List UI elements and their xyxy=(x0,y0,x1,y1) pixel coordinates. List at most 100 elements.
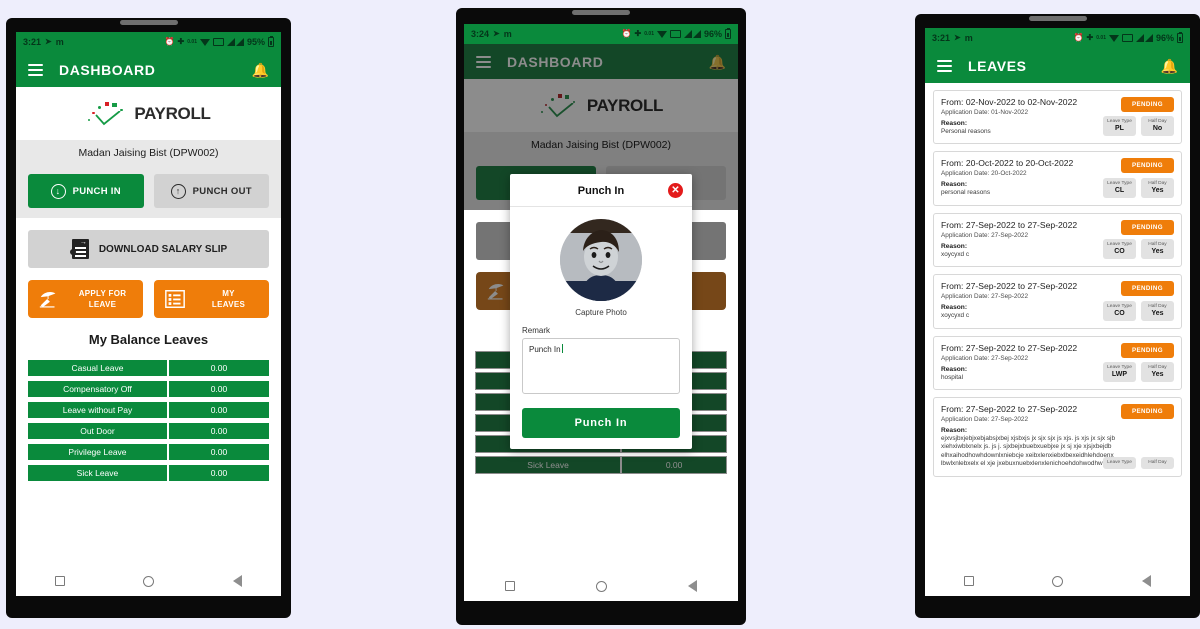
triangle-back-icon[interactable] xyxy=(232,575,242,587)
hamburger-menu-icon[interactable] xyxy=(937,59,952,72)
punch-in-button[interactable]: ↓ PUNCH IN xyxy=(28,174,144,208)
square-recents-icon[interactable] xyxy=(55,576,66,586)
sim-card-icon xyxy=(1121,34,1133,42)
leave-type-label: Leave Type xyxy=(1107,459,1132,465)
half-day-label: Half Day xyxy=(1148,303,1167,309)
square-recents-icon[interactable] xyxy=(504,581,515,591)
apply-for-leave-button[interactable]: APPLY FOR LEAVE xyxy=(28,280,143,318)
status-badge[interactable]: PENDING xyxy=(1121,97,1174,112)
sim-card-icon xyxy=(212,38,224,46)
leave-card[interactable]: From: 02-Nov-2022 to 02-Nov-2022 Applicat… xyxy=(933,90,1182,145)
capture-photo-avatar[interactable] xyxy=(560,219,642,301)
leave-type-chip: Leave Type CO xyxy=(1103,239,1136,260)
status-badge[interactable]: PENDING xyxy=(1121,342,1174,358)
bell-icon[interactable]: 🔔 xyxy=(1161,59,1178,73)
leave-balance-cell: 0.00 xyxy=(167,401,270,419)
leave-application-date: Application Date: 27-Sep-2022 xyxy=(941,231,1029,239)
leave-type-value: CL xyxy=(1114,186,1125,194)
alarm-icon: ⏰ xyxy=(1073,33,1084,42)
status-time: 3:21 xyxy=(23,37,42,47)
punch-out-label: PUNCH OUT xyxy=(192,185,252,197)
leaves-content: From: 02-Nov-2022 to 02-Nov-2022 Applicat… xyxy=(925,83,1190,566)
phone-dashboard: 3:21 ➤ m ⏰ ✚ 0.01 95% DASHBOARD 🔔 PAYROL… xyxy=(6,18,291,618)
half-day-label: Half Day xyxy=(1148,365,1167,371)
half-day-chip: Half Day Yes xyxy=(1141,300,1174,321)
leave-type-value: LWP xyxy=(1111,371,1128,379)
leave-type-cell: Privilege Leave xyxy=(27,443,168,461)
leave-card[interactable]: From: 27-Sep-2022 to 27-Sep-2022 Applicat… xyxy=(933,274,1182,329)
text-caret xyxy=(561,344,563,353)
half-day-chip: Half Day Yes xyxy=(1141,177,1174,198)
leave-balance-cell: 0.00 xyxy=(621,456,727,474)
punch-out-button[interactable]: ↑ PUNCH OUT xyxy=(153,174,269,208)
reason-label: Reason: xyxy=(941,427,968,435)
bell-icon[interactable]: 🔔 xyxy=(252,63,269,77)
reason-label: Reason: xyxy=(941,304,968,312)
status-time: 3:21 xyxy=(932,33,951,43)
battery-icon xyxy=(1177,32,1183,43)
circle-home-icon[interactable] xyxy=(1052,575,1064,587)
status-badge[interactable]: PENDING xyxy=(1121,281,1174,297)
table-row: Sick Leave 0.00 xyxy=(27,464,270,482)
data-rate-label: 0.01 xyxy=(644,30,654,37)
circle-home-icon[interactable] xyxy=(595,580,607,592)
leave-type-cell: Sick Leave xyxy=(27,464,168,482)
dialog-header: Punch In ✕ xyxy=(510,174,692,207)
android-nav-bar xyxy=(464,571,738,601)
leave-reason: Personal reasons xyxy=(941,128,991,135)
half-day-value: Yes xyxy=(1151,248,1164,256)
submit-punch-in-button[interactable]: Punch In xyxy=(522,408,680,438)
half-day-label: Half Day xyxy=(1148,119,1167,125)
download-salary-slip-button[interactable]: DOWNLOAD SALARY SLIP xyxy=(28,230,269,268)
submit-label: Punch In xyxy=(574,417,628,429)
triangle-back-icon[interactable] xyxy=(1141,575,1151,587)
phone-punch-in-modal: 3:24 ➤ m ⏰ ✚ 0.01 96% DASHBOARD 🔔 PAYROL… xyxy=(456,8,746,625)
reason-label: Reason: xyxy=(941,365,968,373)
app-bar: DASHBOARD 🔔 xyxy=(464,44,738,79)
leave-type-label: Leave Type xyxy=(1107,180,1132,186)
leave-date-range: From: 27-Sep-2022 to 27-Sep-2022 xyxy=(941,281,1078,292)
leave-card[interactable]: From: 20-Oct-2022 to 20-Oct-2022 Applicat… xyxy=(933,151,1182,206)
phone2-body: DASHBOARD 🔔 PAYROLL Madan Jaising Bist (… xyxy=(464,44,738,571)
bell-icon: 🔔 xyxy=(708,53,726,70)
brand-logo: PAYROLL xyxy=(464,79,738,132)
table-row: Compensatory Off0.00 xyxy=(27,380,270,398)
leave-type-label: Leave Type xyxy=(1107,242,1132,248)
half-day-value: Yes xyxy=(1151,371,1164,379)
android-nav-bar xyxy=(925,566,1190,596)
data-rate-label: 0.01 xyxy=(187,38,197,45)
dashboard-content: PAYROLL Madan Jaising Bist (DPW002) ↓ PU… xyxy=(16,87,281,566)
status-carrier: m xyxy=(503,29,512,39)
leave-type-chip: Leave Type CO xyxy=(1103,300,1136,321)
leave-application-date: Application Date: 27-Sep-2022 xyxy=(941,293,1029,301)
page-title: LEAVES xyxy=(968,57,1027,74)
status-bar: 3:21 ➤ m ⏰ ✚ 0.01 96% xyxy=(925,28,1190,48)
circle-home-icon[interactable] xyxy=(143,575,155,587)
data-rate-label: 0.01 xyxy=(1096,34,1106,41)
leave-card[interactable]: From: 27-Sep-2022 to 27-Sep-2022 Applicat… xyxy=(933,397,1182,477)
page-title: DASHBOARD xyxy=(59,61,156,78)
leave-date-range: From: 27-Sep-2022 to 27-Sep-2022 xyxy=(941,404,1078,415)
leave-application-date: Application Date: 01-Nov-2022 xyxy=(941,109,1029,116)
signal-bars-icon xyxy=(226,38,244,46)
employee-name: Madan Jaising Bist (DPW002) xyxy=(16,140,281,166)
hamburger-menu-icon[interactable] xyxy=(28,63,43,76)
my-leaves-button[interactable]: MY LEAVES xyxy=(154,280,269,318)
battery-icon xyxy=(725,28,731,39)
phone3-screen: 3:21 ➤ m ⏰ ✚ 0.01 96% LEAVES 🔔 From: 02-… xyxy=(925,28,1190,596)
status-badge[interactable]: PENDING xyxy=(1121,219,1174,235)
leave-type-cell: Out Door xyxy=(27,422,168,440)
leave-card[interactable]: From: 27-Sep-2022 to 27-Sep-2022 Applicat… xyxy=(933,212,1182,268)
remark-input[interactable]: Punch In xyxy=(522,338,680,394)
close-icon[interactable]: ✕ xyxy=(668,183,683,198)
remark-label: Remark xyxy=(522,326,551,335)
status-bar: 3:24 ➤ m ⏰ ✚ 0.01 96% xyxy=(464,24,738,44)
leave-application-date: Application Date: 27-Sep-2022 xyxy=(941,354,1029,362)
square-recents-icon[interactable] xyxy=(964,576,975,586)
table-row: Privilege Leave0.00 xyxy=(27,443,270,461)
status-badge[interactable]: PENDING xyxy=(1121,404,1174,420)
triangle-back-icon[interactable] xyxy=(688,580,698,592)
leave-type-value: CO xyxy=(1114,309,1125,317)
status-badge[interactable]: PENDING xyxy=(1121,158,1174,174)
leave-card[interactable]: From: 27-Sep-2022 to 27-Sep-2022 Applicat… xyxy=(933,335,1182,391)
